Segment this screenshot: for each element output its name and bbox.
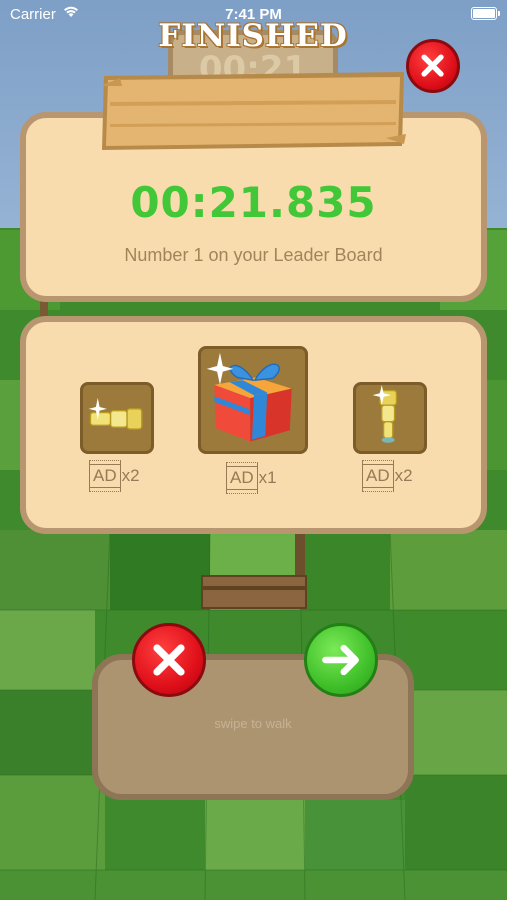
spyglass-icon xyxy=(88,397,143,430)
reward-item-gift-box[interactable]: AD x1 xyxy=(198,346,310,496)
reward-multiplier: x1 xyxy=(258,468,277,487)
reward-tile xyxy=(353,382,427,454)
ad-badge: AD xyxy=(89,460,121,492)
reward-item-spyglass[interactable]: AD x2 xyxy=(80,382,160,502)
dismiss-button[interactable] xyxy=(132,623,206,697)
battery-icon xyxy=(471,7,500,20)
reward-tile xyxy=(198,346,308,454)
close-x-icon xyxy=(153,644,185,676)
reward-item-spyglass-vertical[interactable]: AD x2 xyxy=(353,382,433,502)
finished-banner xyxy=(100,72,406,150)
close-x-icon xyxy=(421,54,444,77)
finish-time: 00:21.835 xyxy=(130,178,377,227)
close-button[interactable] xyxy=(406,39,460,93)
spyglass-vertical-icon xyxy=(372,385,398,443)
reward-multiplier: x2 xyxy=(394,466,413,485)
ad-badge: AD xyxy=(362,460,394,492)
finished-title: FINISHED xyxy=(158,18,348,54)
swipe-hint: swipe to walk xyxy=(214,716,292,731)
gift-box-icon xyxy=(206,352,292,442)
reward-tile xyxy=(80,382,154,454)
ad-badge: AD xyxy=(226,462,258,494)
arrow-right-icon xyxy=(322,644,359,676)
reward-multiplier: x2 xyxy=(121,466,140,485)
leaderboard-message: Number 1 on your Leader Board xyxy=(124,245,383,265)
next-button[interactable] xyxy=(304,623,378,697)
